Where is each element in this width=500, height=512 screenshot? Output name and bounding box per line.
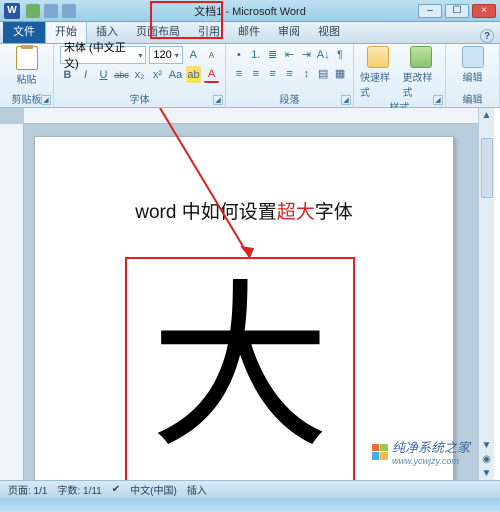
shrink-font-button[interactable]: A xyxy=(204,47,219,64)
chevron-down-icon: ▾ xyxy=(138,51,142,60)
scroll-down-icon[interactable]: ▼ xyxy=(480,438,494,452)
window-controls: – ☐ × xyxy=(418,4,496,18)
document-page[interactable]: word 中如何设置超大字体 大 xyxy=(34,136,454,480)
quick-styles-label: 快速样式 xyxy=(360,69,397,99)
window-border-bottom xyxy=(0,498,500,512)
heading-emphasis: 超大 xyxy=(277,202,315,223)
group-paragraph-label: 段落 xyxy=(232,91,347,106)
status-bar: 页面: 1/1 字数: 1/11 ✔ 中文(中国) 插入 xyxy=(0,480,500,498)
bullets-button[interactable]: • xyxy=(232,46,246,63)
paste-label: 粘贴 xyxy=(17,71,37,86)
change-styles-icon xyxy=(410,46,432,68)
watermark-logo-icon xyxy=(372,444,388,460)
sort-button[interactable]: A↓ xyxy=(316,46,330,63)
annotation-big-char-box: 大 xyxy=(125,257,355,480)
status-page[interactable]: 页面: 1/1 xyxy=(8,482,47,497)
align-right-button[interactable]: ≡ xyxy=(266,65,280,82)
qat-redo-icon[interactable] xyxy=(62,4,76,18)
highlight-button[interactable]: ab xyxy=(186,66,201,83)
status-words[interactable]: 字数: 1/11 xyxy=(57,482,101,497)
paste-icon xyxy=(16,46,38,70)
document-heading-line: word 中如何设置超大字体 xyxy=(35,197,453,224)
chevron-down-icon: ▾ xyxy=(175,51,179,60)
shading-button[interactable]: ▤ xyxy=(316,65,330,82)
font-size-combo[interactable]: 120 ▾ xyxy=(149,46,182,64)
group-clipboard: 粘贴 剪贴板 ◢ xyxy=(0,44,54,107)
heading-pre: word 中如何设置 xyxy=(135,202,276,223)
status-language[interactable]: 中文(中国) xyxy=(130,482,177,497)
watermark-text: 纯净系统之家 xyxy=(392,437,470,456)
font-name-combo[interactable]: 宋体 (中文正文)▾ xyxy=(60,46,146,64)
status-insert-mode[interactable]: 插入 xyxy=(187,482,207,497)
vertical-ruler[interactable] xyxy=(0,124,24,480)
heading-post: 字体 xyxy=(315,202,353,223)
maximize-button[interactable]: ☐ xyxy=(445,4,469,18)
next-page-icon[interactable]: ▼ xyxy=(480,466,494,480)
styles-launcher[interactable]: ◢ xyxy=(433,95,443,105)
bold-button[interactable]: B xyxy=(60,66,75,83)
align-center-button[interactable]: ≡ xyxy=(249,65,263,82)
clipboard-launcher[interactable]: ◢ xyxy=(41,95,51,105)
watermark-url: www.ycwjzy.com xyxy=(392,456,470,466)
tab-mailings[interactable]: 邮件 xyxy=(229,19,269,43)
group-editing-label: 编辑 xyxy=(452,91,493,106)
tab-review[interactable]: 审阅 xyxy=(269,19,309,43)
window-title: 文档1 - Microsoft Word xyxy=(194,3,306,19)
tab-references[interactable]: 引用 xyxy=(189,19,229,43)
font-color-button[interactable]: A xyxy=(204,66,219,83)
group-paragraph: • 1. ≣ ⇤ ⇥ A↓ ¶ ≡ ≡ ≡ ≡ ↕ ▤ ▦ 段落 ◢ xyxy=(226,44,354,107)
find-icon xyxy=(462,46,484,68)
quick-styles-button[interactable]: 快速样式 xyxy=(360,46,397,99)
document-workspace: word 中如何设置超大字体 大 xyxy=(0,108,478,480)
underline-button[interactable]: U xyxy=(96,66,111,83)
italic-button[interactable]: I xyxy=(78,66,93,83)
big-character: 大 xyxy=(150,280,330,460)
superscript-button[interactable]: x² xyxy=(150,66,165,83)
tab-file[interactable]: 文件 xyxy=(3,19,45,43)
tab-view[interactable]: 视图 xyxy=(309,19,349,43)
paste-button[interactable]: 粘贴 xyxy=(6,46,47,86)
watermark: 纯净系统之家 www.ycwjzy.com xyxy=(372,437,470,466)
horizontal-ruler[interactable] xyxy=(24,108,478,124)
editing-button[interactable]: 编辑 xyxy=(453,46,493,84)
show-marks-button[interactable]: ¶ xyxy=(333,46,347,63)
qat-save-icon[interactable] xyxy=(26,4,40,18)
change-styles-button[interactable]: 更改样式 xyxy=(403,46,440,99)
qat-undo-icon[interactable] xyxy=(44,4,58,18)
close-button[interactable]: × xyxy=(472,4,496,18)
quick-styles-icon xyxy=(367,46,389,68)
vertical-scrollbar[interactable]: ▲ ▼ ◉ ▼ xyxy=(478,108,494,480)
tab-page-layout[interactable]: 页面布局 xyxy=(127,19,189,43)
group-font: 宋体 (中文正文)▾ 120 ▾ A A B I U abc x₂ x² Aa a… xyxy=(54,44,226,107)
font-size-value: 120 xyxy=(153,49,171,61)
scroll-thumb[interactable] xyxy=(481,138,493,198)
prev-page-icon[interactable]: ◉ xyxy=(480,452,494,466)
borders-button[interactable]: ▦ xyxy=(333,65,347,82)
minimize-button[interactable]: – xyxy=(418,4,442,18)
grow-font-button[interactable]: A xyxy=(186,47,201,64)
ribbon: 粘贴 剪贴板 ◢ 宋体 (中文正文)▾ 120 ▾ A A B I U abc xyxy=(0,44,500,108)
strike-button[interactable]: abc xyxy=(114,66,129,83)
line-spacing-button[interactable]: ↕ xyxy=(299,65,313,82)
decrease-indent-button[interactable]: ⇤ xyxy=(283,46,297,63)
window-titlebar: W 文档1 - Microsoft Word – ☐ × xyxy=(0,0,500,22)
align-justify-button[interactable]: ≡ xyxy=(283,65,297,82)
numbering-button[interactable]: 1. xyxy=(249,46,263,63)
scroll-up-icon[interactable]: ▲ xyxy=(480,108,494,122)
help-icon[interactable]: ? xyxy=(480,29,494,43)
change-case-button[interactable]: Aa xyxy=(168,66,183,83)
multilevel-button[interactable]: ≣ xyxy=(266,46,280,63)
group-styles: 快速样式 更改样式 样式 ◢ xyxy=(354,44,446,107)
word-app-icon: W xyxy=(4,3,20,19)
subscript-button[interactable]: x₂ xyxy=(132,66,147,83)
paragraph-launcher[interactable]: ◢ xyxy=(341,95,351,105)
status-proofing-icon[interactable]: ✔ xyxy=(112,484,120,495)
quick-access-toolbar xyxy=(26,4,76,18)
group-editing: 编辑 编辑 xyxy=(446,44,500,107)
increase-indent-button[interactable]: ⇥ xyxy=(299,46,313,63)
editing-label: 编辑 xyxy=(463,69,483,84)
align-left-button[interactable]: ≡ xyxy=(232,65,246,82)
group-font-label: 字体 xyxy=(60,91,219,106)
font-launcher[interactable]: ◢ xyxy=(213,95,223,105)
